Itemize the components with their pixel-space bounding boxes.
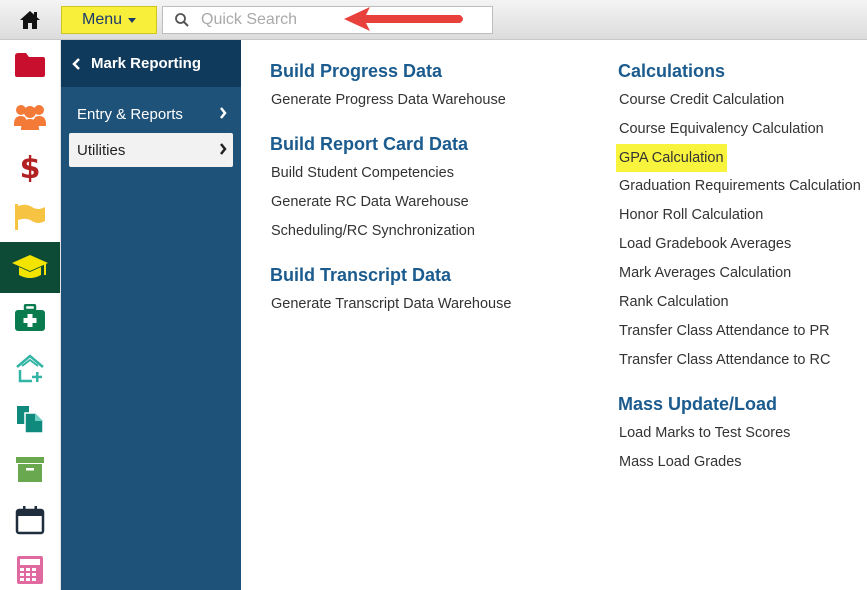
section-title: Build Report Card Data <box>270 134 469 154</box>
nav-item-label: Entry & Reports <box>77 105 183 123</box>
mark-reporting-nav: Mark Reporting Entry & Reports Utilities <box>61 40 241 590</box>
chevron-right-icon <box>220 143 227 155</box>
nav-item-utilities[interactable]: Utilities <box>69 133 233 167</box>
documents-icon <box>17 405 44 434</box>
nav-item-label: Utilities <box>77 141 126 159</box>
nav-header[interactable]: Mark Reporting <box>61 40 241 87</box>
menu-link[interactable]: Load Gradebook Averages <box>618 234 867 254</box>
content-column-right: Calculations Course Credit Calculation C… <box>616 60 867 481</box>
rail-calculator[interactable] <box>0 545 60 590</box>
menu-link[interactable]: Generate Progress Data Warehouse <box>270 90 590 110</box>
home-button[interactable] <box>0 0 60 40</box>
folder-icon <box>15 53 45 78</box>
flag-icon <box>15 203 45 230</box>
nav-item-entry-reports[interactable]: Entry & Reports <box>69 97 233 131</box>
red-arrow-annotation-icon <box>344 7 463 31</box>
search-icon <box>163 12 201 28</box>
section-title: Build Progress Data <box>270 61 443 81</box>
menu-link[interactable]: Mass Load Grades <box>618 452 867 472</box>
calculator-icon <box>17 556 43 585</box>
medical-kit-icon <box>15 303 45 331</box>
menu-link[interactable]: Mark Averages Calculation <box>618 263 867 283</box>
chevron-right-icon <box>220 107 227 119</box>
section-title: Mass Update/Load <box>618 394 778 414</box>
home-icon <box>20 11 40 29</box>
utilities-content: Build Progress Data Generate Progress Da… <box>241 40 867 590</box>
rail-flag[interactable] <box>0 192 60 243</box>
section-title: Calculations <box>618 61 726 81</box>
menu-link-highlighted[interactable]: GPA Calculation <box>616 144 727 172</box>
svg-text:$: $ <box>20 151 41 182</box>
menu-link[interactable]: Transfer Class Attendance to RC <box>618 350 867 370</box>
menu-link[interactable]: Rank Calculation <box>618 292 867 312</box>
rail-finance[interactable]: $ <box>0 141 60 192</box>
rail-enrollment[interactable] <box>0 343 60 394</box>
menu-link[interactable]: Load Marks to Test Scores <box>618 423 867 443</box>
dollar-icon: $ <box>20 151 41 182</box>
menu-button-label: Menu <box>81 11 123 28</box>
menu-link[interactable]: Course Credit Calculation <box>618 90 867 110</box>
menu-link[interactable]: Graduation Requirements Calculation <box>618 176 867 196</box>
top-bar: Menu <box>0 0 867 40</box>
archive-box-icon <box>16 457 44 483</box>
menu-button[interactable]: Menu <box>61 6 157 34</box>
rail-people[interactable] <box>0 91 60 142</box>
rail-documents[interactable] <box>0 394 60 445</box>
rail-health[interactable] <box>0 293 60 344</box>
graduation-cap-icon <box>12 255 48 279</box>
house-plus-icon <box>16 354 44 383</box>
caret-down-icon <box>128 17 137 23</box>
menu-link[interactable]: Generate RC Data Warehouse <box>270 192 590 212</box>
menu-link[interactable]: Generate Transcript Data Warehouse <box>270 294 590 314</box>
calendar-icon <box>15 505 45 534</box>
chevron-left-icon[interactable] <box>61 57 91 71</box>
section-title: Build Transcript Data <box>270 265 452 285</box>
people-icon <box>14 104 46 130</box>
nav-header-title: Mark Reporting <box>91 55 202 72</box>
menu-link[interactable]: Scheduling/RC Synchronization <box>270 221 590 241</box>
menu-link[interactable]: Honor Roll Calculation <box>618 205 867 225</box>
app-icon-rail: $ <box>0 40 61 590</box>
menu-link[interactable]: Course Equivalency Calculation <box>618 119 867 139</box>
menu-link[interactable]: Transfer Class Attendance to PR <box>618 321 867 341</box>
rail-folder[interactable] <box>0 40 60 91</box>
rail-calendar[interactable] <box>0 495 60 546</box>
rail-grades[interactable] <box>0 242 60 293</box>
menu-link[interactable]: Build Student Competencies <box>270 163 590 183</box>
content-column-left: Build Progress Data Generate Progress Da… <box>270 60 590 323</box>
rail-archive[interactable] <box>0 444 60 495</box>
